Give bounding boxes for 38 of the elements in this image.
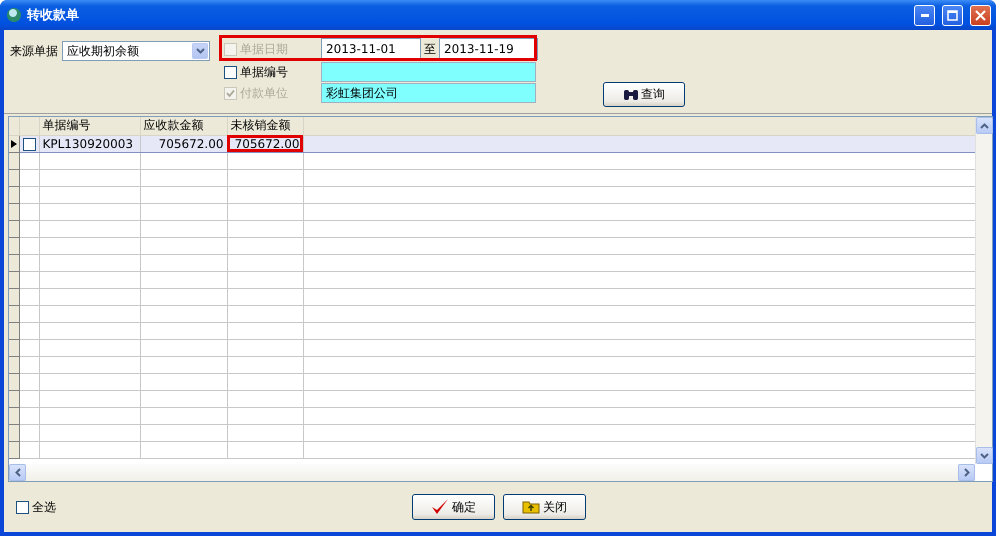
close-icon[interactable] xyxy=(975,10,986,20)
scroll-right-icon[interactable] xyxy=(958,464,975,481)
column-header[interactable]: 应收款金额 xyxy=(140,117,227,135)
checkbox[interactable] xyxy=(16,500,29,514)
close-button[interactable]: 关闭 xyxy=(503,494,586,520)
horizontal-scrollbar[interactable] xyxy=(9,464,975,481)
checkbox-label: 付款单位 xyxy=(240,84,288,102)
scroll-down-icon[interactable] xyxy=(976,447,993,464)
minimize-button[interactable] xyxy=(914,4,935,26)
window-title: 转收款单 xyxy=(27,7,80,24)
confirm-button[interactable]: 确定 xyxy=(412,494,495,520)
checkbox-label: 单据编号 xyxy=(240,64,288,80)
field-label: 来源单据 xyxy=(10,42,58,60)
close-window-button[interactable] xyxy=(970,4,991,26)
vertical-scrollbar[interactable] xyxy=(975,117,992,464)
table-cell: KPL130920003 xyxy=(39,135,140,152)
input-field[interactable] xyxy=(321,62,536,82)
table-cell: 705672.00 xyxy=(140,135,227,152)
binoculars-icon xyxy=(623,88,639,100)
table-cell: 705672.00 xyxy=(227,135,303,152)
maximize-icon[interactable] xyxy=(947,10,958,20)
row-checkbox[interactable] xyxy=(22,138,36,151)
column-header[interactable]: 单据编号 xyxy=(39,117,140,135)
checkbox-label: 单据日期 xyxy=(240,40,288,58)
checkbox-label: 全选 xyxy=(32,498,56,516)
source-dropdown[interactable]: 应收期初余额 xyxy=(62,41,210,61)
maximize-button[interactable] xyxy=(942,4,963,26)
checkmark-icon xyxy=(431,498,449,516)
minimize-icon[interactable] xyxy=(920,14,928,16)
scroll-left-icon[interactable] xyxy=(9,464,26,481)
app-icon xyxy=(6,7,22,23)
query-button[interactable]: 查询 xyxy=(603,82,685,107)
folder-icon xyxy=(522,500,540,514)
scroll-up-icon[interactable] xyxy=(976,117,993,134)
checkbox[interactable] xyxy=(224,66,237,78)
column-header[interactable]: 未核销金额 xyxy=(227,117,303,135)
row-pointer-icon xyxy=(11,140,17,148)
range-separator: 至 xyxy=(423,40,437,58)
